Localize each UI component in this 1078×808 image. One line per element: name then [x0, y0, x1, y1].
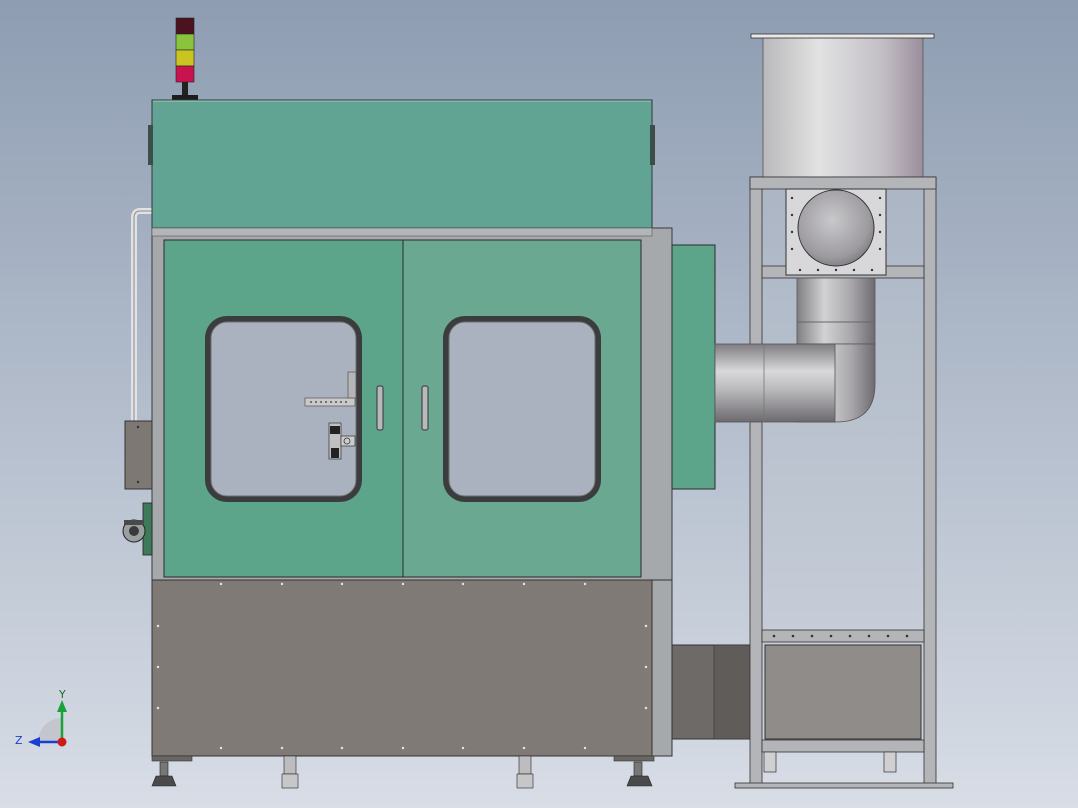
cabinet-base: [151, 579, 751, 757]
window-right: [443, 316, 601, 502]
window-left: [205, 316, 362, 502]
exhaust-connector-box: [671, 244, 716, 490]
axis-label-z: Z: [15, 734, 23, 747]
cabinet-hood: [148, 99, 655, 229]
side-control-box: [124, 420, 153, 490]
cad-viewport: Y Z: [0, 0, 1078, 808]
exhaust-stack: [750, 33, 935, 178]
door-handle-right: [421, 385, 429, 431]
axis-label-y: Y: [58, 688, 66, 701]
door-handle-left: [376, 385, 384, 431]
fan-inlet-flange: [785, 188, 887, 276]
